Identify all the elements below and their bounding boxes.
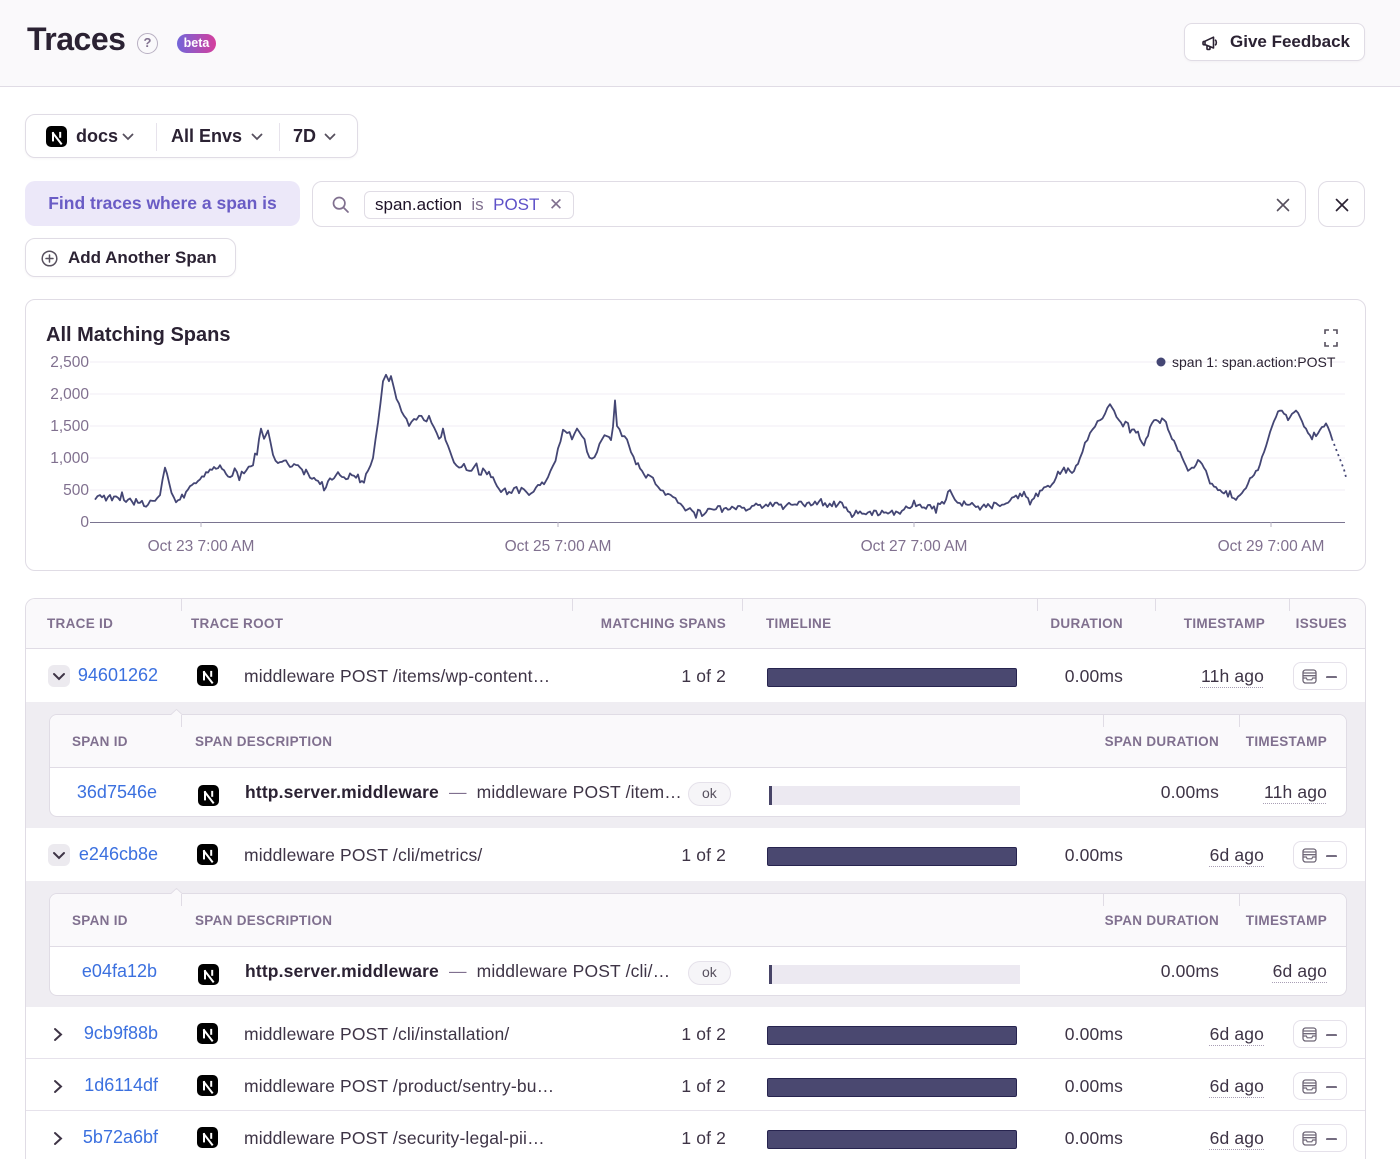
svg-text:Oct 23 7:00 AM: Oct 23 7:00 AM <box>148 538 255 555</box>
svg-text:1,000: 1,000 <box>50 450 89 467</box>
svg-text:span 1: span.action:POST: span 1: span.action:POST <box>1172 354 1336 370</box>
svg-text:500: 500 <box>63 482 89 499</box>
svg-text:2,500: 2,500 <box>50 354 89 371</box>
svg-text:1,500: 1,500 <box>50 418 89 435</box>
svg-text:Oct 27 7:00 AM: Oct 27 7:00 AM <box>861 538 968 555</box>
svg-text:Oct 29 7:00 AM: Oct 29 7:00 AM <box>1218 538 1325 555</box>
svg-text:Oct 25 7:00 AM: Oct 25 7:00 AM <box>505 538 612 555</box>
svg-text:2,000: 2,000 <box>50 386 89 403</box>
svg-text:0: 0 <box>80 514 89 531</box>
